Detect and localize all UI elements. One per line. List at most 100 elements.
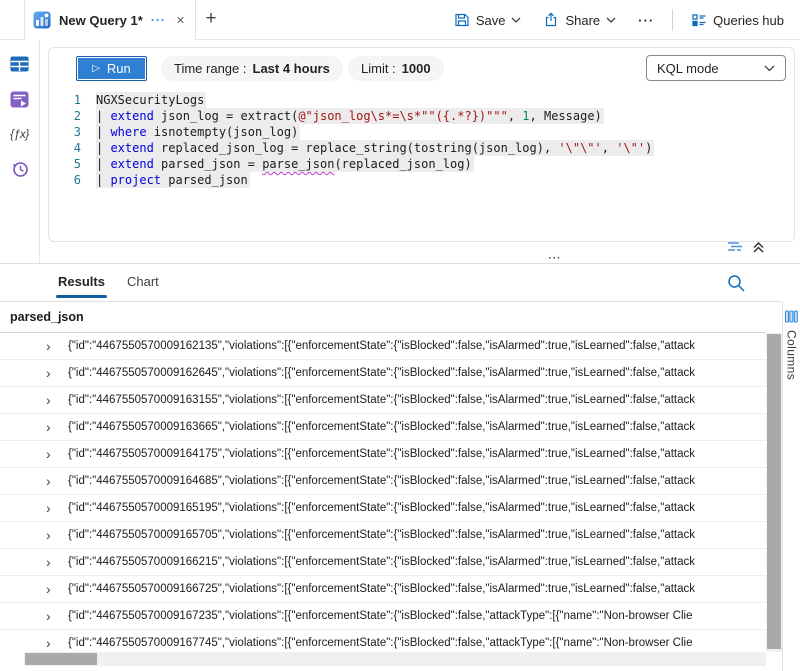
row-expand-icon[interactable]: › bbox=[46, 582, 68, 596]
columns-panel-label: Columns bbox=[785, 330, 799, 380]
row-json-value: {"id":"4467550570009164685","violations"… bbox=[68, 475, 695, 487]
row-expand-icon[interactable]: › bbox=[46, 420, 68, 434]
vertical-scrollbar-thumb[interactable] bbox=[767, 334, 781, 649]
sidebar-item-queries[interactable] bbox=[8, 88, 32, 110]
line-number: 1 bbox=[49, 92, 81, 108]
row-json-value: {"id":"4467550570009165195","violations"… bbox=[68, 502, 695, 514]
table-row[interactable]: › {"id":"4467550570009167745","violation… bbox=[0, 630, 766, 652]
results-panel: Results Chart parsed_json › {"id":"44675… bbox=[0, 264, 800, 671]
row-expand-icon[interactable]: › bbox=[46, 474, 68, 488]
query-mode-select[interactable]: KQL mode bbox=[646, 55, 786, 81]
editor-line[interactable]: 5 | extend parsed_json = parse_json(repl… bbox=[49, 156, 792, 172]
table-row[interactable]: › {"id":"4467550570009166215","violation… bbox=[0, 549, 766, 576]
table-row[interactable]: › {"id":"4467550570009164175","violation… bbox=[0, 441, 766, 468]
run-button[interactable]: ▷ Run bbox=[76, 56, 147, 81]
tab-bar: New Query 1* ··· ✕ + Save bbox=[0, 0, 800, 40]
queries-hub-label: Queries hub bbox=[713, 13, 784, 28]
tab-close-icon[interactable]: ✕ bbox=[176, 14, 185, 27]
horizontal-scrollbar[interactable] bbox=[24, 652, 766, 666]
query-tab[interactable]: New Query 1* ··· ✕ bbox=[24, 0, 196, 40]
limit-label: Limit : bbox=[361, 61, 396, 76]
functions-icon: {ƒx} bbox=[10, 127, 29, 141]
code-text: NGXSecurityLogs bbox=[96, 92, 206, 108]
row-json-value: {"id":"4467550570009163155","violations"… bbox=[68, 394, 695, 406]
row-expand-icon[interactable]: › bbox=[46, 393, 68, 407]
editor-line[interactable]: 2 | extend json_log = extract(@"json_log… bbox=[49, 108, 792, 124]
table-row[interactable]: › {"id":"4467550570009163155","violation… bbox=[0, 387, 766, 414]
row-json-value: {"id":"4467550570009165705","violations"… bbox=[68, 529, 695, 541]
row-expand-icon[interactable]: › bbox=[46, 528, 68, 542]
table-row[interactable]: › {"id":"4467550570009162645","violation… bbox=[0, 360, 766, 387]
tab-more-icon[interactable]: ··· bbox=[151, 13, 166, 27]
row-expand-icon[interactable]: › bbox=[46, 339, 68, 353]
table-row[interactable]: › {"id":"4467550570009165195","violation… bbox=[0, 495, 766, 522]
vertical-scrollbar[interactable] bbox=[766, 333, 782, 652]
code-text: | project parsed_json bbox=[96, 172, 250, 188]
column-header-label: parsed_json bbox=[10, 310, 84, 324]
row-json-value: {"id":"4467550570009166725","violations"… bbox=[68, 583, 695, 595]
play-icon: ▷ bbox=[92, 64, 100, 74]
tables-icon bbox=[10, 56, 29, 72]
chevron-down-icon bbox=[606, 17, 616, 23]
save-button[interactable]: Save bbox=[446, 7, 530, 33]
new-tab-button[interactable]: + bbox=[198, 7, 224, 33]
kusto-web-explorer: { "window": { "tab_title": "New Query 1*… bbox=[0, 0, 800, 671]
divider bbox=[672, 9, 673, 31]
share-icon bbox=[543, 12, 559, 28]
chevron-down-icon bbox=[764, 65, 775, 72]
row-json-value: {"id":"4467550570009166215","violations"… bbox=[68, 556, 695, 568]
row-expand-icon[interactable]: › bbox=[46, 366, 68, 380]
editor-line[interactable]: 3 | where isnotempty(json_log) bbox=[49, 124, 792, 140]
share-button[interactable]: Share bbox=[535, 7, 624, 33]
limit-picker[interactable]: Limit : 1000 bbox=[348, 56, 444, 81]
sidebar-item-history[interactable] bbox=[8, 158, 32, 180]
sidebar-item-functions[interactable]: {ƒx} bbox=[8, 123, 32, 145]
editor-line[interactable]: 1 NGXSecurityLogs bbox=[49, 92, 792, 108]
queries-icon bbox=[10, 91, 29, 108]
code-text: | where isnotempty(json_log) bbox=[96, 124, 300, 140]
editor-line[interactable]: 6 | project parsed_json bbox=[49, 172, 792, 188]
queries-hub-button[interactable]: Queries hub bbox=[683, 7, 792, 33]
tab-title: New Query 1* bbox=[59, 13, 143, 28]
row-json-value: {"id":"4467550570009163665","violations"… bbox=[68, 421, 695, 433]
more-commands-icon[interactable]: ··· bbox=[630, 8, 662, 33]
line-number: 4 bbox=[49, 140, 81, 156]
row-json-value: {"id":"4467550570009162645","violations"… bbox=[68, 367, 695, 379]
collapse-editor-icon[interactable] bbox=[752, 241, 765, 254]
search-icon[interactable] bbox=[726, 273, 748, 295]
table-row[interactable]: › {"id":"4467550570009164685","violation… bbox=[0, 468, 766, 495]
row-expand-icon[interactable]: › bbox=[46, 636, 68, 650]
results-tabstrip: Results Chart bbox=[0, 268, 782, 302]
columns-panel-tab[interactable]: Columns bbox=[782, 302, 800, 671]
line-number: 3 bbox=[49, 124, 81, 140]
time-range-value: Last 4 hours bbox=[253, 61, 330, 76]
time-range-picker[interactable]: Time range : Last 4 hours bbox=[161, 56, 343, 81]
run-label: Run bbox=[107, 61, 131, 76]
sidebar: {ƒx} bbox=[0, 40, 40, 264]
code-text: | extend parsed_json = parse_json(replac… bbox=[96, 156, 474, 172]
sidebar-item-tables[interactable] bbox=[8, 53, 32, 75]
column-header-parsed-json[interactable]: parsed_json bbox=[0, 302, 766, 333]
table-row[interactable]: › {"id":"4467550570009162135","violation… bbox=[0, 333, 766, 360]
query-panel: ▷ Run Time range : Last 4 hours Limit : … bbox=[48, 47, 795, 242]
tab-results[interactable]: Results bbox=[58, 274, 105, 289]
line-number: 2 bbox=[49, 108, 81, 124]
editor-line[interactable]: 4 | extend replaced_json_log = replace_s… bbox=[49, 140, 792, 156]
table-row[interactable]: › {"id":"4467550570009167235","violation… bbox=[0, 603, 766, 630]
format-results-icon[interactable] bbox=[727, 241, 744, 254]
tab-chart[interactable]: Chart bbox=[127, 274, 159, 289]
row-expand-icon[interactable]: › bbox=[46, 501, 68, 515]
row-expand-icon[interactable]: › bbox=[46, 447, 68, 461]
row-json-value: {"id":"4467550570009162135","violations"… bbox=[68, 340, 695, 352]
query-editor[interactable]: 1 NGXSecurityLogs 2 | extend json_log = … bbox=[49, 92, 792, 188]
top-actions: Save Share ··· bbox=[446, 0, 792, 40]
row-expand-icon[interactable]: › bbox=[46, 609, 68, 623]
table-row[interactable]: › {"id":"4467550570009165705","violation… bbox=[0, 522, 766, 549]
code-text: | extend replaced_json_log = replace_str… bbox=[96, 140, 654, 156]
table-row[interactable]: › {"id":"4467550570009166725","violation… bbox=[0, 576, 766, 603]
horizontal-scrollbar-thumb[interactable] bbox=[25, 653, 97, 665]
row-expand-icon[interactable]: › bbox=[46, 555, 68, 569]
history-icon bbox=[11, 160, 29, 178]
table-row[interactable]: › {"id":"4467550570009163665","violation… bbox=[0, 414, 766, 441]
line-number: 5 bbox=[49, 156, 81, 172]
